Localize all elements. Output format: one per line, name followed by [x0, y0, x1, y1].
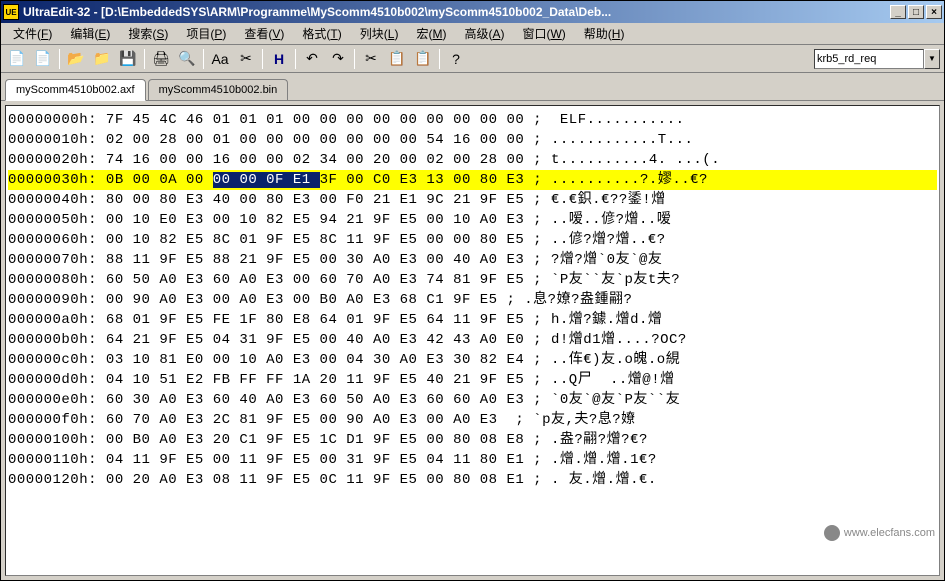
cut-icon[interactable]: ✂ — [359, 48, 383, 70]
menu-t[interactable]: 格式(T) — [294, 23, 349, 44]
content-panel: 00000000h: 7F 45 4C 46 01 01 01 00 00 00… — [1, 101, 944, 580]
menu-w[interactable]: 窗口(W) — [514, 23, 573, 44]
hex-row[interactable]: 00000000h: 7F 45 4C 46 01 01 01 00 00 00… — [8, 110, 937, 130]
search-dropdown-icon[interactable]: ▼ — [924, 49, 940, 69]
menu-f[interactable]: 文件(F) — [5, 23, 60, 44]
tab[interactable]: myScomm4510b002.axf — [5, 79, 146, 101]
hex-row[interactable]: 000000a0h: 68 01 9F E5 FE 1F 80 E8 64 01… — [8, 310, 937, 330]
toolbar-separator — [295, 49, 296, 69]
toolbar-separator — [59, 49, 60, 69]
help-icon[interactable]: ? — [444, 48, 468, 70]
hex-row[interactable]: 00000090h: 00 90 A0 E3 00 A0 E3 00 B0 A0… — [8, 290, 937, 310]
hex-mode-icon[interactable]: H — [267, 48, 291, 70]
toolbar-separator — [354, 49, 355, 69]
menu-e[interactable]: 编辑(E) — [62, 23, 118, 44]
search-input[interactable] — [814, 49, 924, 69]
copy-icon[interactable]: 📋 — [385, 48, 409, 70]
new-proj-icon[interactable]: 📄 — [31, 48, 55, 70]
menu-v[interactable]: 查看(V) — [236, 23, 292, 44]
hex-row[interactable]: 00000030h: 0B 00 0A 00 00 00 0F E1 3F 00… — [8, 170, 937, 190]
hex-row[interactable]: 00000080h: 60 50 A0 E3 60 A0 E3 00 60 70… — [8, 270, 937, 290]
menu-m[interactable]: 宏(M) — [408, 23, 454, 44]
app-icon: UE — [3, 4, 19, 20]
menu-l[interactable]: 列块(L) — [352, 23, 407, 44]
undo-icon[interactable]: ↶ — [300, 48, 324, 70]
font-icon[interactable]: Aa — [208, 48, 232, 70]
toolbar-separator — [203, 49, 204, 69]
search-box: ▼ — [814, 49, 940, 69]
hex-row[interactable]: 00000120h: 00 20 A0 E3 08 11 9F E5 0C 11… — [8, 470, 937, 490]
toolbar-separator — [144, 49, 145, 69]
print-icon[interactable]: 🖨 — [149, 48, 173, 70]
toolbar: 📄📄📂📁💾🖨🔍Aa✂H↶↷✂📋📋?▼ — [1, 45, 944, 73]
hex-row[interactable]: 000000c0h: 03 10 81 E0 00 10 A0 E3 00 04… — [8, 350, 937, 370]
hex-row[interactable]: 000000d0h: 04 10 51 E2 FB FF FF 1A 20 11… — [8, 370, 937, 390]
toolbar-separator — [262, 49, 263, 69]
hex-row[interactable]: 000000b0h: 64 21 9F E5 04 31 9F E5 00 40… — [8, 330, 937, 350]
tabbar: myScomm4510b002.axfmyScomm4510b002.bin — [1, 73, 944, 101]
copy-format-icon[interactable]: ✂ — [234, 48, 258, 70]
menu-h[interactable]: 帮助(H) — [576, 23, 633, 44]
titlebar: UE UltraEdit-32 - [D:\EmbeddedSYS\ARM\Pr… — [1, 1, 944, 23]
paste-icon[interactable]: 📋 — [411, 48, 435, 70]
open-folder-icon[interactable]: 📁 — [90, 48, 114, 70]
open-icon[interactable]: 📂 — [64, 48, 88, 70]
preview-icon[interactable]: 🔍 — [175, 48, 199, 70]
minimize-button[interactable]: _ — [890, 5, 906, 19]
window-title: UltraEdit-32 - [D:\EmbeddedSYS\ARM\Progr… — [23, 5, 890, 19]
hex-editor[interactable]: 00000000h: 7F 45 4C 46 01 01 01 00 00 00… — [5, 105, 940, 576]
hex-row[interactable]: 00000040h: 80 00 80 E3 40 00 80 E3 00 F0… — [8, 190, 937, 210]
hex-row[interactable]: 00000110h: 04 11 9F E5 00 11 9F E5 00 31… — [8, 450, 937, 470]
save-icon[interactable]: 💾 — [116, 48, 140, 70]
hex-row[interactable]: 00000100h: 00 B0 A0 E3 20 C1 9F E5 1C D1… — [8, 430, 937, 450]
hex-row[interactable]: 000000f0h: 60 70 A0 E3 2C 81 9F E5 00 90… — [8, 410, 937, 430]
redo-icon[interactable]: ↷ — [326, 48, 350, 70]
menu-s[interactable]: 搜索(S) — [120, 23, 176, 44]
close-button[interactable]: × — [926, 5, 942, 19]
hex-row[interactable]: 00000070h: 88 11 9F E5 88 21 9F E5 00 30… — [8, 250, 937, 270]
tab[interactable]: myScomm4510b002.bin — [148, 79, 289, 100]
new-file-icon[interactable]: 📄 — [5, 48, 29, 70]
maximize-button[interactable]: □ — [908, 5, 924, 19]
menu-a[interactable]: 高级(A) — [456, 23, 512, 44]
menubar: 文件(F)编辑(E)搜索(S)项目(P)查看(V)格式(T)列块(L)宏(M)高… — [1, 23, 944, 45]
hex-row[interactable]: 00000020h: 74 16 00 00 16 00 00 02 34 00… — [8, 150, 937, 170]
hex-row[interactable]: 00000050h: 00 10 E0 E3 00 10 82 E5 94 21… — [8, 210, 937, 230]
hex-row[interactable]: 00000010h: 02 00 28 00 01 00 00 00 00 00… — [8, 130, 937, 150]
hex-row[interactable]: 000000e0h: 60 30 A0 E3 60 40 A0 E3 60 50… — [8, 390, 937, 410]
toolbar-separator — [439, 49, 440, 69]
hex-row[interactable]: 00000060h: 00 10 82 E5 8C 01 9F E5 8C 11… — [8, 230, 937, 250]
menu-p[interactable]: 项目(P) — [178, 23, 234, 44]
